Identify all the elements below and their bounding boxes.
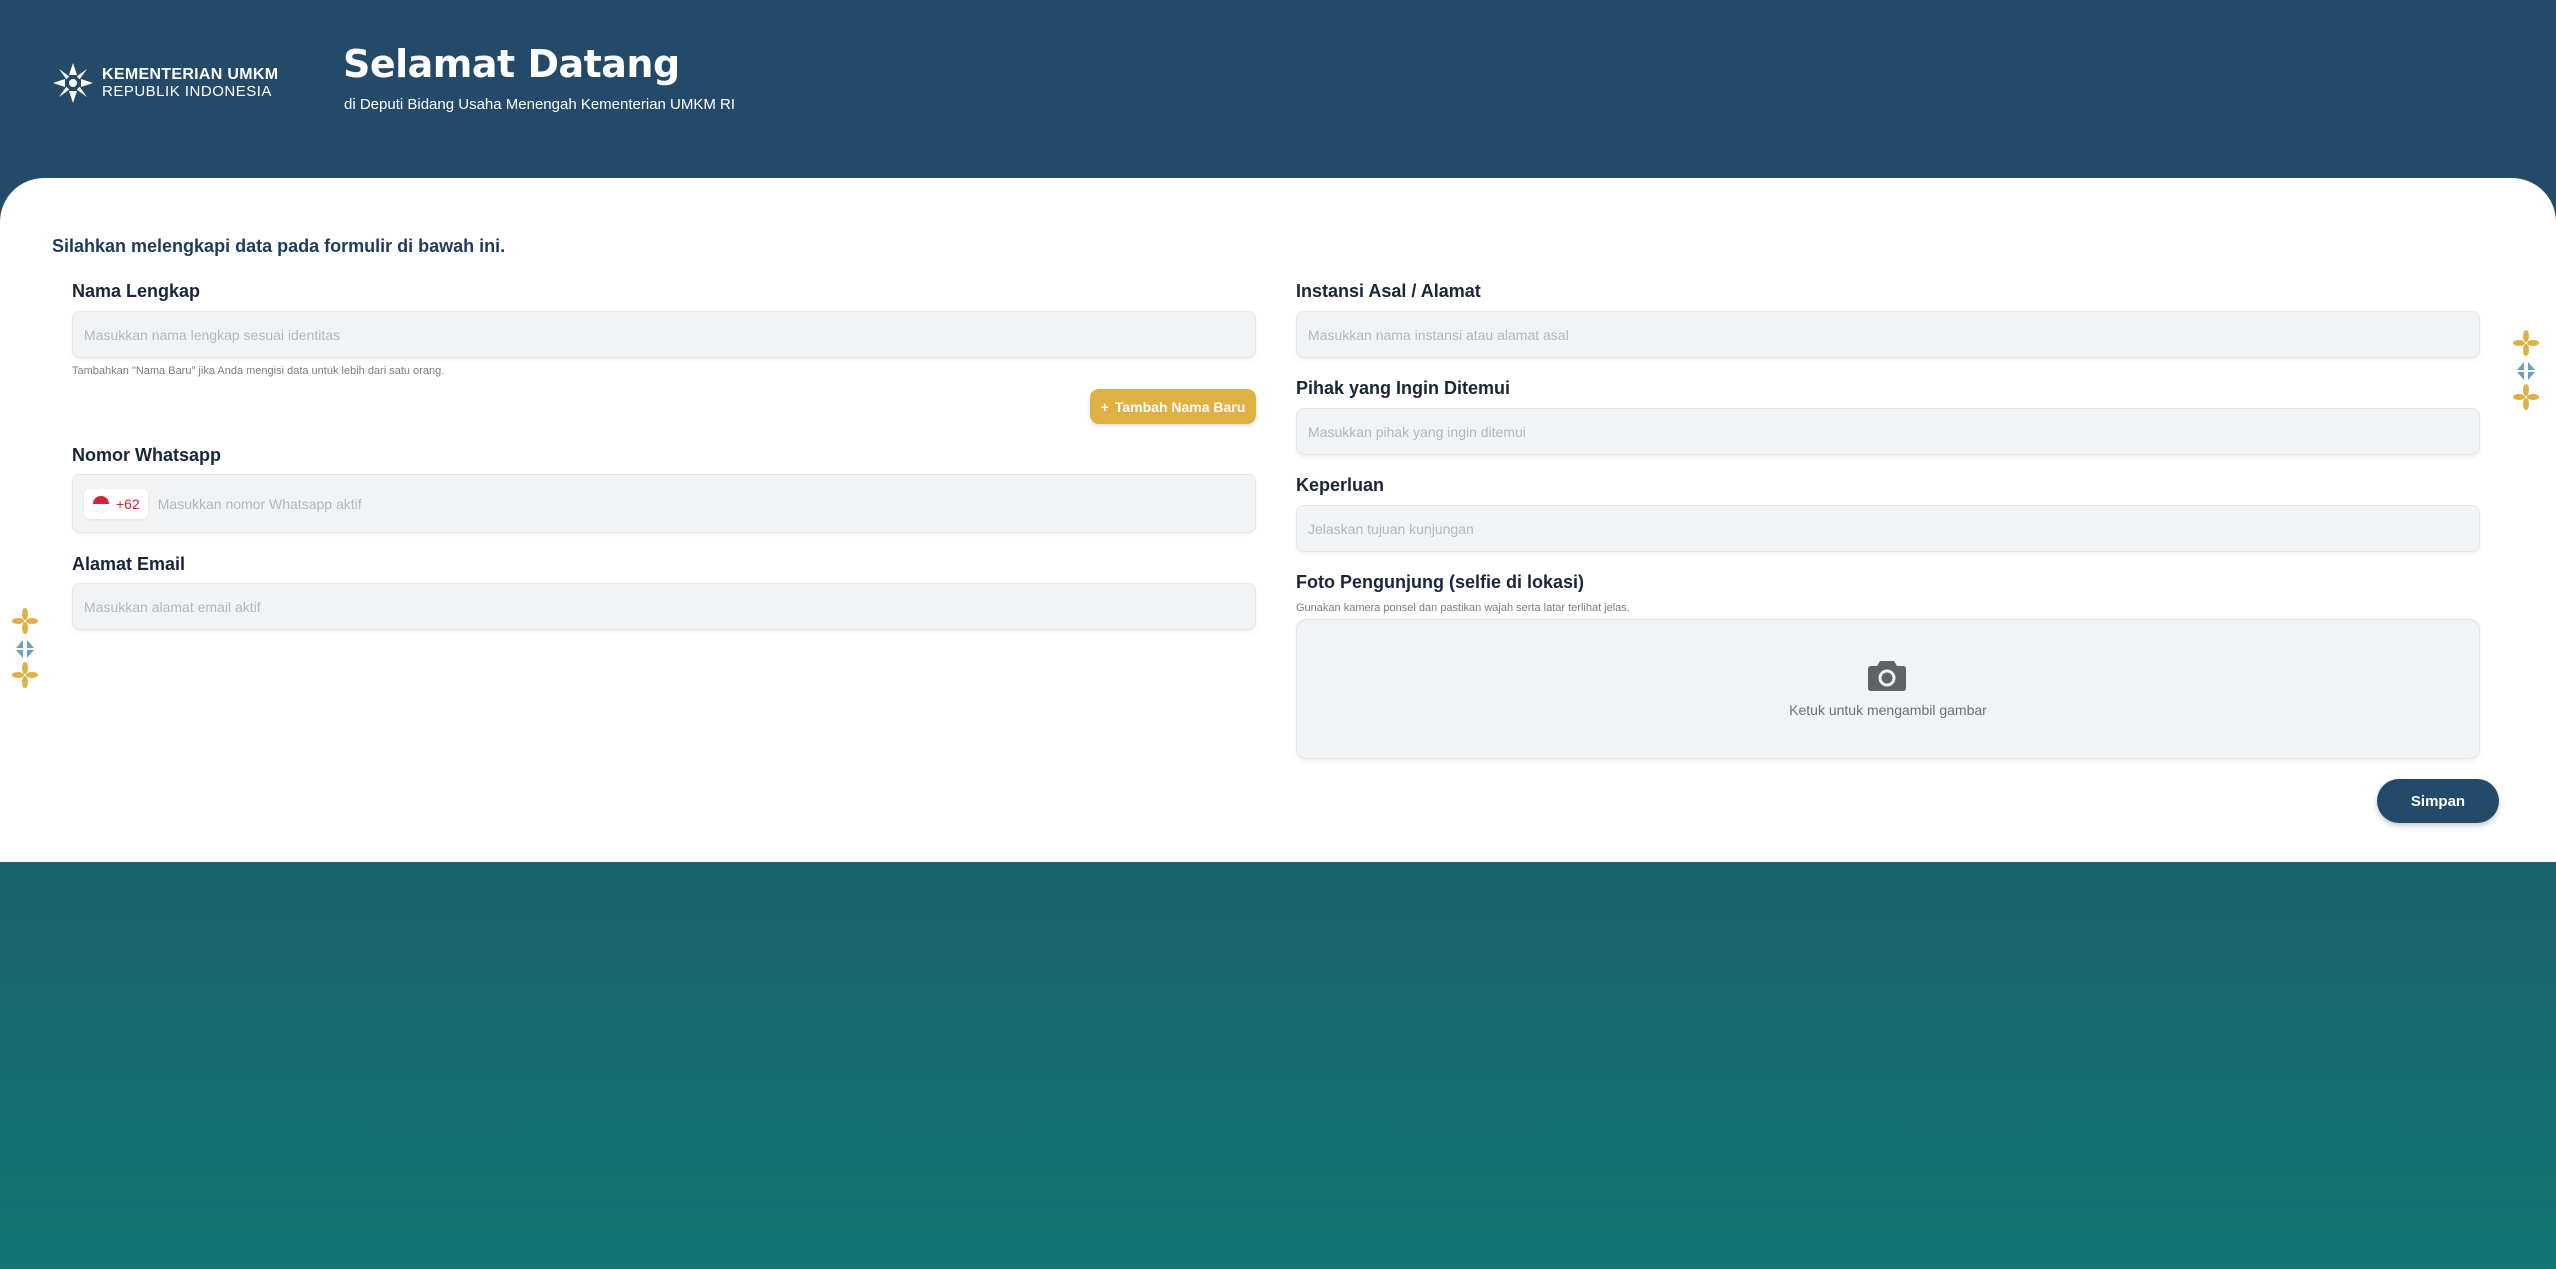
whatsapp-label: Nomor Whatsapp: [72, 445, 222, 465]
pihak-placeholder: Masukkan pihak yang ingin ditemui: [1308, 423, 1526, 440]
decorative-ornament-left: [12, 608, 38, 688]
kementerian-logo-icon: [53, 63, 93, 103]
country-code-selector[interactable]: +62: [84, 488, 148, 519]
pihak-label: Pihak yang Ingin Ditemui: [1296, 378, 1511, 398]
take-photo-text: Ketuk untuk mengambil gambar: [1789, 702, 1987, 718]
whatsapp-placeholder: Masukkan nomor Whatsapp aktif: [157, 495, 362, 512]
keperluan-input[interactable]: Jelaskan tujuan kunjungan: [1296, 505, 2480, 552]
nama-lengkap-label: Nama Lengkap: [72, 281, 201, 301]
logo-text-line2: REPUBLIK INDONESIA: [102, 83, 272, 100]
plus-icon: +: [1100, 398, 1109, 415]
pihak-input[interactable]: Masukkan pihak yang ingin ditemui: [1296, 408, 2480, 455]
whatsapp-input[interactable]: +62 Masukkan nomor Whatsapp aktif: [72, 474, 1256, 533]
foto-label: Foto Pengunjung (selfie di lokasi): [1296, 572, 1585, 592]
indonesia-flag-icon: [92, 494, 110, 513]
logo-text-line1: KEMENTERIAN UMKM: [102, 66, 279, 83]
instansi-label: Instansi Asal / Alamat: [1296, 281, 1481, 301]
email-label: Alamat Email: [72, 554, 186, 574]
add-new-name-label: Tambah Nama Baru: [1114, 398, 1246, 415]
email-input[interactable]: Masukkan alamat email aktif: [72, 583, 1256, 630]
page-header: KEMENTERIAN UMKM REPUBLIK INDONESIA Sela…: [0, 0, 2556, 200]
keperluan-placeholder: Jelaskan tujuan kunjungan: [1308, 520, 1474, 537]
nama-lengkap-placeholder: Masukkan nama lengkap sesuai identitas: [84, 326, 341, 343]
foto-hint: Gunakan kamera ponsel dan pastikan wajah…: [1296, 602, 1630, 614]
guestbook-form-card: Silahkan melengkapi data pada formulir d…: [0, 178, 2556, 862]
country-code: +62: [116, 495, 140, 512]
save-button[interactable]: Simpan: [2377, 779, 2499, 823]
nama-lengkap-hint: Tambahkan "Nama Baru" jika Anda mengisi …: [72, 365, 445, 377]
instansi-placeholder: Masukkan nama instansi atau alamat asal: [1308, 326, 1569, 343]
take-photo-area[interactable]: Ketuk untuk mengambil gambar: [1296, 619, 2480, 759]
keperluan-label: Keperluan: [1296, 475, 1385, 495]
page-subtitle: di Deputi Bidang Usaha Menengah Kementer…: [344, 96, 736, 113]
ministry-logo: KEMENTERIAN UMKM REPUBLIK INDONESIA: [52, 62, 278, 104]
nama-lengkap-input[interactable]: Masukkan nama lengkap sesuai identitas: [72, 311, 1256, 358]
email-placeholder: Masukkan alamat email aktif: [84, 598, 261, 615]
form-intro-text: Silahkan melengkapi data pada formulir d…: [52, 236, 506, 256]
camera-icon: [1868, 661, 1906, 691]
decorative-ornament-right: [2513, 330, 2539, 410]
page-title: Selamat Datang: [343, 42, 680, 86]
add-new-name-button[interactable]: + Tambah Nama Baru: [1090, 389, 1256, 424]
instansi-input[interactable]: Masukkan nama instansi atau alamat asal: [1296, 311, 2480, 358]
